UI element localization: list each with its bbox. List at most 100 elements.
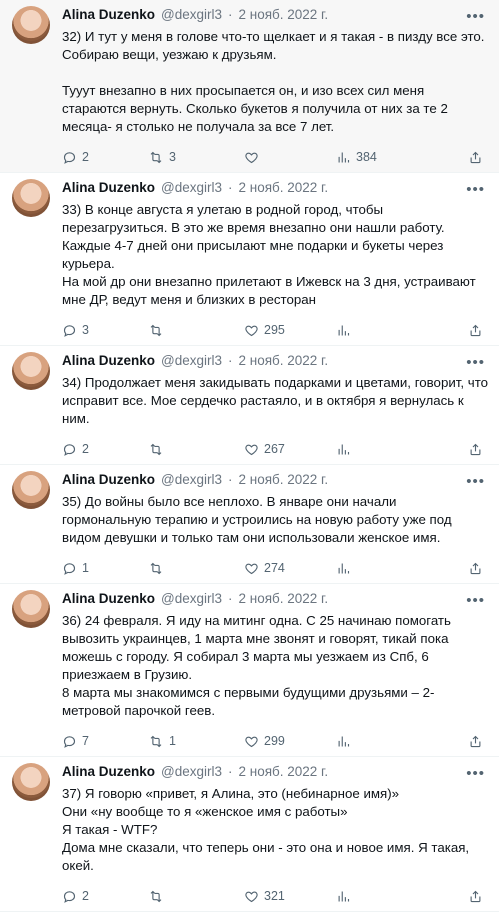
share-button[interactable]	[468, 442, 483, 457]
author-handle[interactable]: @dexgirl3	[161, 352, 222, 370]
retweet-button[interactable]	[148, 889, 244, 904]
share-icon	[468, 561, 483, 576]
reply-count: 3	[82, 323, 89, 337]
avatar[interactable]	[12, 471, 50, 509]
more-icon[interactable]: •••	[466, 354, 485, 371]
tweet-content: Alina Duzenko @dexgirl3 · 2 нояб. 2022 г…	[62, 590, 489, 756]
avatar-column	[12, 179, 62, 345]
tweet-text: 35) До войны было все неплохо. В январе …	[62, 493, 489, 547]
tweet-date[interactable]: 2 нояб. 2022 г.	[239, 590, 329, 608]
author-name[interactable]: Alina Duzenko	[62, 179, 155, 197]
reply-button[interactable]: 3	[62, 323, 148, 338]
author-name[interactable]: Alina Duzenko	[62, 6, 155, 24]
tweet-paragraph: 33) В конце августа я улетаю в родной го…	[62, 202, 445, 235]
avatar[interactable]	[12, 590, 50, 628]
separator-dot: ·	[228, 472, 233, 487]
reply-button[interactable]: 7	[62, 734, 148, 749]
views-button[interactable]	[336, 323, 422, 338]
action-bar: 2 321	[62, 881, 489, 911]
views-button[interactable]	[336, 442, 422, 457]
tweet-paragraph: Дома мне сказали, что теперь они - это о…	[62, 840, 473, 873]
tweet-date[interactable]: 2 нояб. 2022 г.	[239, 179, 329, 197]
avatar-column	[12, 352, 62, 464]
reply-icon	[62, 561, 77, 576]
share-button[interactable]	[468, 323, 483, 338]
author-handle[interactable]: @dexgirl3	[161, 6, 222, 24]
retweet-button[interactable]: 3	[148, 150, 244, 165]
author-name[interactable]: Alina Duzenko	[62, 352, 155, 370]
like-button[interactable]	[244, 150, 336, 165]
reply-button[interactable]: 2	[62, 442, 148, 457]
views-icon	[336, 734, 351, 749]
tweet-date[interactable]: 2 нояб. 2022 г.	[239, 763, 329, 781]
like-button[interactable]: 267	[244, 442, 336, 457]
reply-icon	[62, 150, 77, 165]
like-button[interactable]: 274	[244, 561, 336, 576]
retweet-button[interactable]	[148, 561, 244, 576]
tweet-date[interactable]: 2 нояб. 2022 г.	[239, 352, 329, 370]
retweet-button[interactable]	[148, 323, 244, 338]
more-icon[interactable]: •••	[466, 765, 485, 782]
share-button[interactable]	[468, 561, 483, 576]
tweet-paragraph: На мой др они внезапно прилетают в Ижевс…	[62, 274, 480, 307]
avatar[interactable]	[12, 352, 50, 390]
retweet-icon	[148, 442, 164, 457]
views-icon	[336, 889, 351, 904]
tweet[interactable]: Alina Duzenko @dexgirl3 · 2 нояб. 2022 г…	[0, 757, 499, 912]
reply-button[interactable]: 2	[62, 150, 148, 165]
tweet-feed: Alina Duzenko @dexgirl3 · 2 нояб. 2022 г…	[0, 0, 499, 912]
retweet-icon	[148, 734, 164, 749]
like-button[interactable]: 321	[244, 889, 336, 904]
author-name[interactable]: Alina Duzenko	[62, 471, 155, 489]
tweet-content: Alina Duzenko @dexgirl3 · 2 нояб. 2022 г…	[62, 763, 489, 911]
like-button[interactable]: 299	[244, 734, 336, 749]
views-icon	[336, 323, 351, 338]
tweet-text: 34) Продолжает меня закидывать подарками…	[62, 374, 489, 428]
more-icon[interactable]: •••	[466, 473, 485, 490]
views-icon	[336, 442, 351, 457]
more-icon[interactable]: •••	[466, 181, 485, 198]
reply-count: 2	[82, 442, 89, 456]
tweet[interactable]: Alina Duzenko @dexgirl3 · 2 нояб. 2022 г…	[0, 0, 499, 173]
reply-button[interactable]: 2	[62, 889, 148, 904]
tweet[interactable]: Alina Duzenko @dexgirl3 · 2 нояб. 2022 г…	[0, 173, 499, 346]
author-name[interactable]: Alina Duzenko	[62, 763, 155, 781]
reply-button[interactable]: 1	[62, 561, 148, 576]
separator-dot: ·	[228, 7, 233, 22]
tweet[interactable]: Alina Duzenko @dexgirl3 · 2 нояб. 2022 г…	[0, 465, 499, 584]
tweet-date[interactable]: 2 нояб. 2022 г.	[239, 471, 329, 489]
like-count: 267	[264, 442, 285, 456]
retweet-icon	[148, 150, 164, 165]
tweet-paragraph: 37) Я говорю «привет, я Алина, это (неби…	[62, 786, 400, 801]
retweet-button[interactable]	[148, 442, 244, 457]
tweet-text: 32) И тут у меня в голове что-то щелкает…	[62, 28, 489, 136]
tweet-paragraph: 36) 24 февраля. Я иду на митинг одна. С …	[62, 613, 455, 682]
author-handle[interactable]: @dexgirl3	[161, 179, 222, 197]
retweet-button[interactable]: 1	[148, 734, 244, 749]
avatar[interactable]	[12, 6, 50, 44]
like-button[interactable]: 295	[244, 323, 336, 338]
tweet[interactable]: Alina Duzenko @dexgirl3 · 2 нояб. 2022 г…	[0, 584, 499, 757]
views-button[interactable]: 384	[336, 150, 422, 165]
avatar[interactable]	[12, 179, 50, 217]
views-button[interactable]	[336, 561, 422, 576]
views-button[interactable]	[336, 889, 422, 904]
share-button[interactable]	[468, 150, 483, 165]
share-button[interactable]	[468, 889, 483, 904]
author-handle[interactable]: @dexgirl3	[161, 471, 222, 489]
author-handle[interactable]: @dexgirl3	[161, 590, 222, 608]
author-handle[interactable]: @dexgirl3	[161, 763, 222, 781]
reply-count: 2	[82, 889, 89, 903]
more-icon[interactable]: •••	[466, 592, 485, 609]
author-name[interactable]: Alina Duzenko	[62, 590, 155, 608]
tweet-paragraph	[62, 64, 489, 82]
tweet[interactable]: Alina Duzenko @dexgirl3 · 2 нояб. 2022 г…	[0, 346, 499, 465]
more-icon[interactable]: •••	[466, 8, 485, 25]
share-button[interactable]	[468, 734, 483, 749]
retweet-icon	[148, 889, 164, 904]
retweet-count: 1	[169, 734, 176, 748]
avatar[interactable]	[12, 763, 50, 801]
tweet-date[interactable]: 2 нояб. 2022 г.	[239, 6, 329, 24]
share-icon	[468, 734, 483, 749]
views-button[interactable]	[336, 734, 422, 749]
